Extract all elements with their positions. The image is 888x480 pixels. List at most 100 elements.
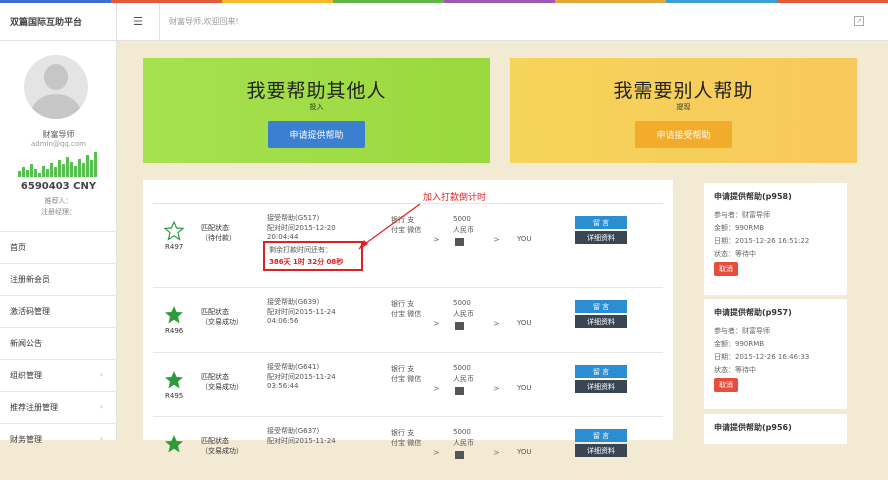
row-status-value: （交易成功）	[201, 318, 243, 326]
row-id: R497	[165, 243, 184, 251]
cancel-button[interactable]: 取消	[714, 378, 738, 392]
provide-help-sub: 投入	[309, 103, 324, 111]
row-arrow: >	[433, 448, 440, 457]
provide-help-button[interactable]: 申请提供帮助	[268, 121, 365, 148]
row-help-id: 接受帮助(G637)	[267, 427, 320, 435]
provide-help-panel: 我要帮助其他人 投入 申请提供帮助	[143, 58, 490, 163]
row-status-value: （待付款）	[201, 234, 236, 242]
row-match-time: 配对时间2015-11-24	[267, 437, 336, 445]
side-card-title: 申请提供帮助(p958)	[714, 192, 792, 201]
row-status-label: 匹配状态	[201, 224, 229, 232]
row-status-value: （交易成功）	[201, 447, 243, 455]
activity-bars	[18, 151, 98, 177]
fullscreen-icon[interactable]: ↗	[854, 16, 864, 26]
image-icon[interactable]	[455, 451, 464, 459]
sidebar-item-label: 新闻公告	[10, 339, 42, 348]
row-pay-methods-2: 付宝 微信	[391, 375, 422, 383]
side-card-title: 申请提供帮助(p957)	[714, 308, 792, 317]
menu-toggle-button[interactable]: ☰	[117, 3, 160, 40]
activity-bar	[86, 154, 89, 177]
side-card-amount: 金额：990RMB	[714, 224, 765, 232]
star-filled-icon	[164, 370, 184, 390]
sidebar-item-news[interactable]: 新闻公告	[0, 327, 117, 359]
activity-bar	[70, 161, 73, 177]
manager-label: 注册经理：	[41, 208, 76, 216]
row-currency: 人民币	[453, 375, 474, 383]
sidebar-item-label: 激活码管理	[10, 307, 50, 316]
row-match-time: 配对时间2015-11-24	[267, 373, 336, 381]
row-you: YOU	[517, 319, 532, 327]
annotation-arrow-icon	[358, 203, 421, 250]
row-status-label: 匹配状态	[201, 308, 229, 316]
sidebar-item-finance[interactable]: 财务管理 ‹	[0, 423, 117, 455]
side-card-p957: 申请提供帮助(p957) 参与者：财富导师 金额：990RMB 日期：2015-…	[704, 299, 847, 409]
side-card-person: 参与者：财富导师	[714, 327, 770, 335]
details-button[interactable]: 详细资料	[575, 231, 627, 244]
row-help-id: 接受帮助(G517)	[267, 214, 320, 222]
details-button[interactable]: 详细资料	[575, 380, 627, 393]
payment-countdown: 剩余打款时间还有： 386天 1时 32分 08秒	[263, 241, 363, 271]
provide-help-title: 我要帮助其他人	[246, 80, 387, 102]
row-status-label: 匹配状态	[201, 437, 229, 445]
image-icon[interactable]	[455, 322, 464, 330]
top-bar: ☰ 财富导师,欢迎回来! ↗	[117, 3, 888, 41]
side-card-status: 状态：等待中	[714, 366, 756, 374]
row-currency: 人民币	[453, 310, 474, 318]
activity-bar	[42, 165, 45, 177]
row-arrow: >	[433, 319, 440, 328]
side-card-title: 申请提供帮助(p956)	[714, 423, 792, 432]
activity-bar	[90, 160, 93, 177]
details-button[interactable]: 详细资料	[575, 315, 627, 328]
image-icon[interactable]	[455, 387, 464, 395]
row-pay-methods: 银行 支	[391, 365, 415, 373]
details-button[interactable]: 详细资料	[575, 444, 627, 457]
row-match-clock: 03:56:44	[267, 382, 299, 390]
avatar[interactable]	[24, 55, 88, 119]
message-button[interactable]: 留 言	[575, 216, 627, 229]
row-pay-methods-2: 付宝 微信	[391, 310, 422, 318]
sidebar-item-label: 首页	[10, 243, 26, 252]
row-arrow: >	[493, 384, 500, 393]
activity-bar	[82, 163, 85, 177]
activity-bar	[34, 168, 37, 177]
row-arrow: >	[493, 235, 500, 244]
sidebar-item-home[interactable]: 首页	[0, 231, 117, 263]
avatar-head	[44, 64, 68, 90]
side-card-date: 日期：2015-12-26 16:51:22	[714, 237, 810, 245]
row-match-time: 配对时间2015-11-24	[267, 308, 336, 316]
sidebar-item-referral[interactable]: 推荐注册管理 ‹	[0, 391, 117, 423]
row-you: YOU	[517, 448, 532, 456]
row-you: YOU	[517, 384, 532, 392]
sidebar-nav: 首页 注册新会员 激活码管理 新闻公告 组织管理 ‹ 推荐注册管理 ‹ 财务管理 ‹	[0, 231, 117, 455]
row-amount: 5000	[453, 364, 471, 372]
accept-help-button[interactable]: 申请接受帮助	[635, 121, 732, 148]
row-pay-methods: 银行 支	[391, 300, 415, 308]
welcome-message: 财富导师,欢迎回来!	[169, 17, 239, 26]
activity-bar	[38, 172, 41, 177]
row-amount: 5000	[453, 299, 471, 307]
sidebar-item-activation[interactable]: 激活码管理	[0, 295, 117, 327]
avatar-body	[31, 94, 81, 119]
cancel-button[interactable]: 取消	[714, 262, 738, 276]
user-balance: 6590403 CNY	[20, 181, 97, 192]
sidebar-item-org[interactable]: 组织管理 ‹	[0, 359, 117, 391]
table-row: R495 匹配状态 （交易成功） 接受帮助(G641) 配对时间2015-11-24 03…	[153, 352, 663, 416]
message-button[interactable]: 留 言	[575, 365, 627, 378]
message-button[interactable]: 留 言	[575, 300, 627, 313]
row-arrow: >	[493, 319, 500, 328]
activity-bar	[22, 167, 25, 177]
row-pay-methods: 银行 支	[391, 429, 415, 437]
message-button[interactable]: 留 言	[575, 429, 627, 442]
row-match-clock: 04:06:56	[267, 317, 299, 325]
activity-bar	[50, 163, 53, 177]
activity-bar	[18, 171, 21, 177]
sidebar-item-label: 推荐注册管理	[10, 403, 58, 412]
star-outline-icon	[163, 220, 185, 241]
row-match-time: 配对时间2015-12-20	[267, 224, 336, 232]
countdown-value: 386天 1时 32分 08秒	[269, 258, 344, 266]
star-filled-icon	[164, 434, 184, 454]
side-card-amount: 金额：990RMB	[714, 340, 765, 348]
activity-bar	[62, 164, 65, 177]
user-email: admin@qq.com	[31, 140, 86, 148]
sidebar-item-register[interactable]: 注册新会员	[0, 263, 117, 295]
